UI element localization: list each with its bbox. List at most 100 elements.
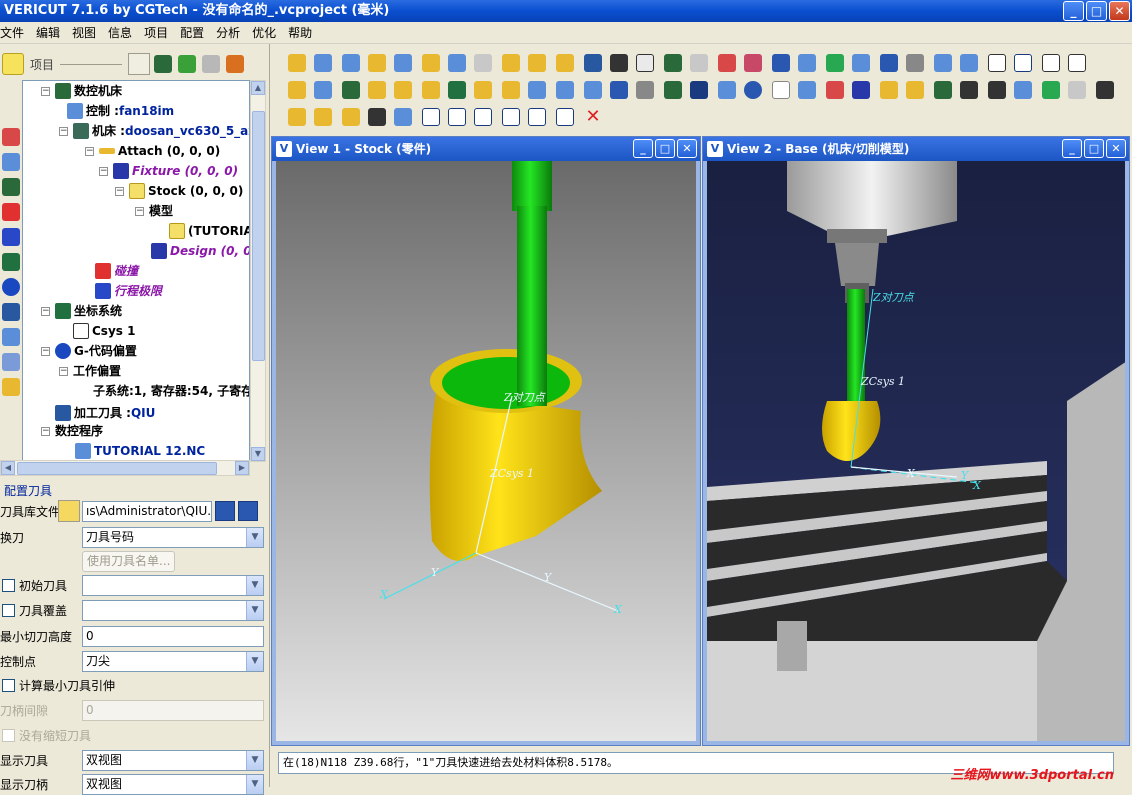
- info-icon[interactable]: [744, 81, 762, 99]
- view-2-minimize-button[interactable]: _: [1062, 139, 1082, 158]
- folder-icon[interactable]: [502, 54, 520, 72]
- path-icon[interactable]: [960, 81, 978, 99]
- mm-icon[interactable]: [342, 54, 360, 72]
- arch-icon[interactable]: [448, 81, 466, 99]
- spi-icon[interactable]: [556, 108, 574, 126]
- vericut-icon[interactable]: [314, 81, 332, 99]
- tree-node-collision[interactable]: 碰撞: [95, 261, 138, 281]
- grid-icon[interactable]: [1068, 54, 1086, 72]
- settings-icon[interactable]: [880, 54, 898, 72]
- save-project-icon[interactable]: [314, 54, 332, 72]
- machine-icon[interactable]: [342, 81, 360, 99]
- snap-icon[interactable]: [906, 54, 924, 72]
- scroll-left-button[interactable]: ◀: [1, 461, 15, 475]
- show-tool-select[interactable]: 双视图 ▼: [82, 749, 264, 771]
- nc-file-icon[interactable]: [448, 54, 466, 72]
- document-icon[interactable]: [474, 54, 492, 72]
- menu-help[interactable]: 帮助: [282, 24, 318, 41]
- nc-review-icon[interactable]: [718, 81, 736, 99]
- import-icon[interactable]: [422, 54, 440, 72]
- rr-icon[interactable]: [690, 81, 708, 99]
- fit-icon[interactable]: [610, 81, 628, 99]
- check-icon[interactable]: [826, 54, 844, 72]
- tree-node-fixture[interactable]: − Fixture (0, 0, 0): [99, 161, 238, 181]
- gauge-icon[interactable]: [718, 54, 736, 72]
- view-1-maximize-button[interactable]: □: [655, 139, 675, 158]
- diamond3-icon[interactable]: [422, 81, 440, 99]
- menu-analysis[interactable]: 分析: [210, 24, 246, 41]
- tool-override-select[interactable]: ▼: [82, 599, 264, 621]
- machine-setup-icon[interactable]: [2, 178, 20, 196]
- view-2-maximize-button[interactable]: □: [1084, 139, 1104, 158]
- tree-node-machine[interactable]: − 机床 : doosan_vc630_5_ax: [59, 121, 249, 141]
- configure-icon[interactable]: [128, 53, 151, 75]
- add-component-icon[interactable]: [2, 128, 20, 146]
- apt-icon[interactable]: [690, 54, 708, 72]
- probe-icon[interactable]: [798, 81, 816, 99]
- image-icon[interactable]: [1042, 81, 1060, 99]
- menu-optimize[interactable]: 优化: [246, 24, 282, 41]
- tree-node-nc-file[interactable]: TUTORIAL 12.NC: [75, 441, 205, 461]
- tree-node-design[interactable]: Design (0, 0, 0: [151, 241, 249, 261]
- tree-node-nc-programs[interactable]: − 数控程序: [41, 421, 103, 441]
- open-folder-icon[interactable]: [2, 378, 20, 396]
- scroll-thumb[interactable]: [17, 462, 217, 475]
- tree-node-control[interactable]: 控制 : fan18im: [67, 101, 174, 121]
- scroll-up-button[interactable]: ▲: [251, 81, 265, 95]
- scroll-down-button[interactable]: ▼: [251, 447, 265, 461]
- scroll-right-button[interactable]: ▶: [235, 461, 249, 475]
- collision-icon[interactable]: [2, 203, 20, 221]
- tool-manager-icon[interactable]: [934, 81, 952, 99]
- tree-node-tooling[interactable]: 加工刀具 : QIU: [55, 403, 155, 423]
- nc-list-icon[interactable]: [2, 353, 20, 371]
- zoom-in-icon[interactable]: [556, 81, 574, 99]
- arrow-icon[interactable]: [610, 54, 628, 72]
- single-view-icon[interactable]: [394, 108, 412, 126]
- cube-icon[interactable]: [852, 81, 870, 99]
- menu-view[interactable]: 视图: [66, 24, 102, 41]
- split-horizontal-icon[interactable]: [448, 108, 466, 126]
- travel-icon[interactable]: [2, 228, 20, 246]
- maximize-button[interactable]: □: [1086, 1, 1107, 21]
- save-as-icon[interactable]: [238, 501, 258, 521]
- forward-icon[interactable]: [178, 55, 197, 73]
- four-view-icon[interactable]: [528, 108, 546, 126]
- control-point-select[interactable]: 刀尖 ▼: [82, 650, 264, 672]
- ip-icon[interactable]: [368, 54, 386, 72]
- folder-icon[interactable]: [528, 54, 546, 72]
- view-2-canvas[interactable]: Z对刀点 ZCsys 1 X Y X: [707, 161, 1125, 741]
- compare-icon[interactable]: [826, 81, 844, 99]
- diamond-icon[interactable]: [368, 81, 386, 99]
- initial-tool-select[interactable]: ▼: [82, 574, 264, 596]
- three-view2-icon[interactable]: [502, 108, 520, 126]
- library-path-field[interactable]: ıs\Administrator\QIU.tls: [82, 500, 212, 522]
- min-cut-height-field[interactable]: 0: [82, 625, 264, 647]
- tree-node-travel-limits[interactable]: 行程极限: [95, 281, 162, 301]
- tree-node-work-offsets[interactable]: − 工作偏置: [59, 361, 121, 381]
- g1-icon[interactable]: [1014, 54, 1032, 72]
- menu-info[interactable]: 信息: [102, 24, 138, 41]
- holder-clearance-field[interactable]: 0: [82, 699, 264, 721]
- minimize-button[interactable]: _: [1063, 1, 1084, 21]
- help-pointer-icon[interactable]: [1096, 81, 1114, 99]
- tree-node-gcode-offsets[interactable]: − G-代码偏置: [41, 341, 137, 361]
- calc-min-ext-checkbox[interactable]: [2, 678, 15, 692]
- add-model-icon[interactable]: [2, 153, 20, 171]
- tree-node-coord-systems[interactable]: − 坐标系统: [41, 301, 122, 321]
- import-model-icon[interactable]: [288, 81, 306, 99]
- nc-file-icon[interactable]: [2, 328, 20, 346]
- tree-node-attach[interactable]: − Attach (0, 0, 0): [85, 141, 220, 161]
- csys-icon[interactable]: [2, 253, 20, 271]
- tree-vertical-scrollbar[interactable]: ▲ ▼: [250, 80, 266, 462]
- menu-project[interactable]: 项目: [138, 24, 174, 41]
- three-view-icon[interactable]: [474, 108, 492, 126]
- gear-icon[interactable]: [342, 108, 360, 126]
- gcode-offset-icon[interactable]: [2, 278, 20, 296]
- view-icon[interactable]: [798, 54, 816, 72]
- close-button[interactable]: ✕: [1109, 1, 1130, 21]
- use-tool-name-button[interactable]: 使用刀具名单...: [82, 550, 176, 572]
- network-icon[interactable]: [1014, 81, 1032, 99]
- layout-icon[interactable]: [502, 81, 520, 99]
- stack-icon[interactable]: [744, 54, 762, 72]
- initial-tool-checkbox[interactable]: [2, 578, 15, 592]
